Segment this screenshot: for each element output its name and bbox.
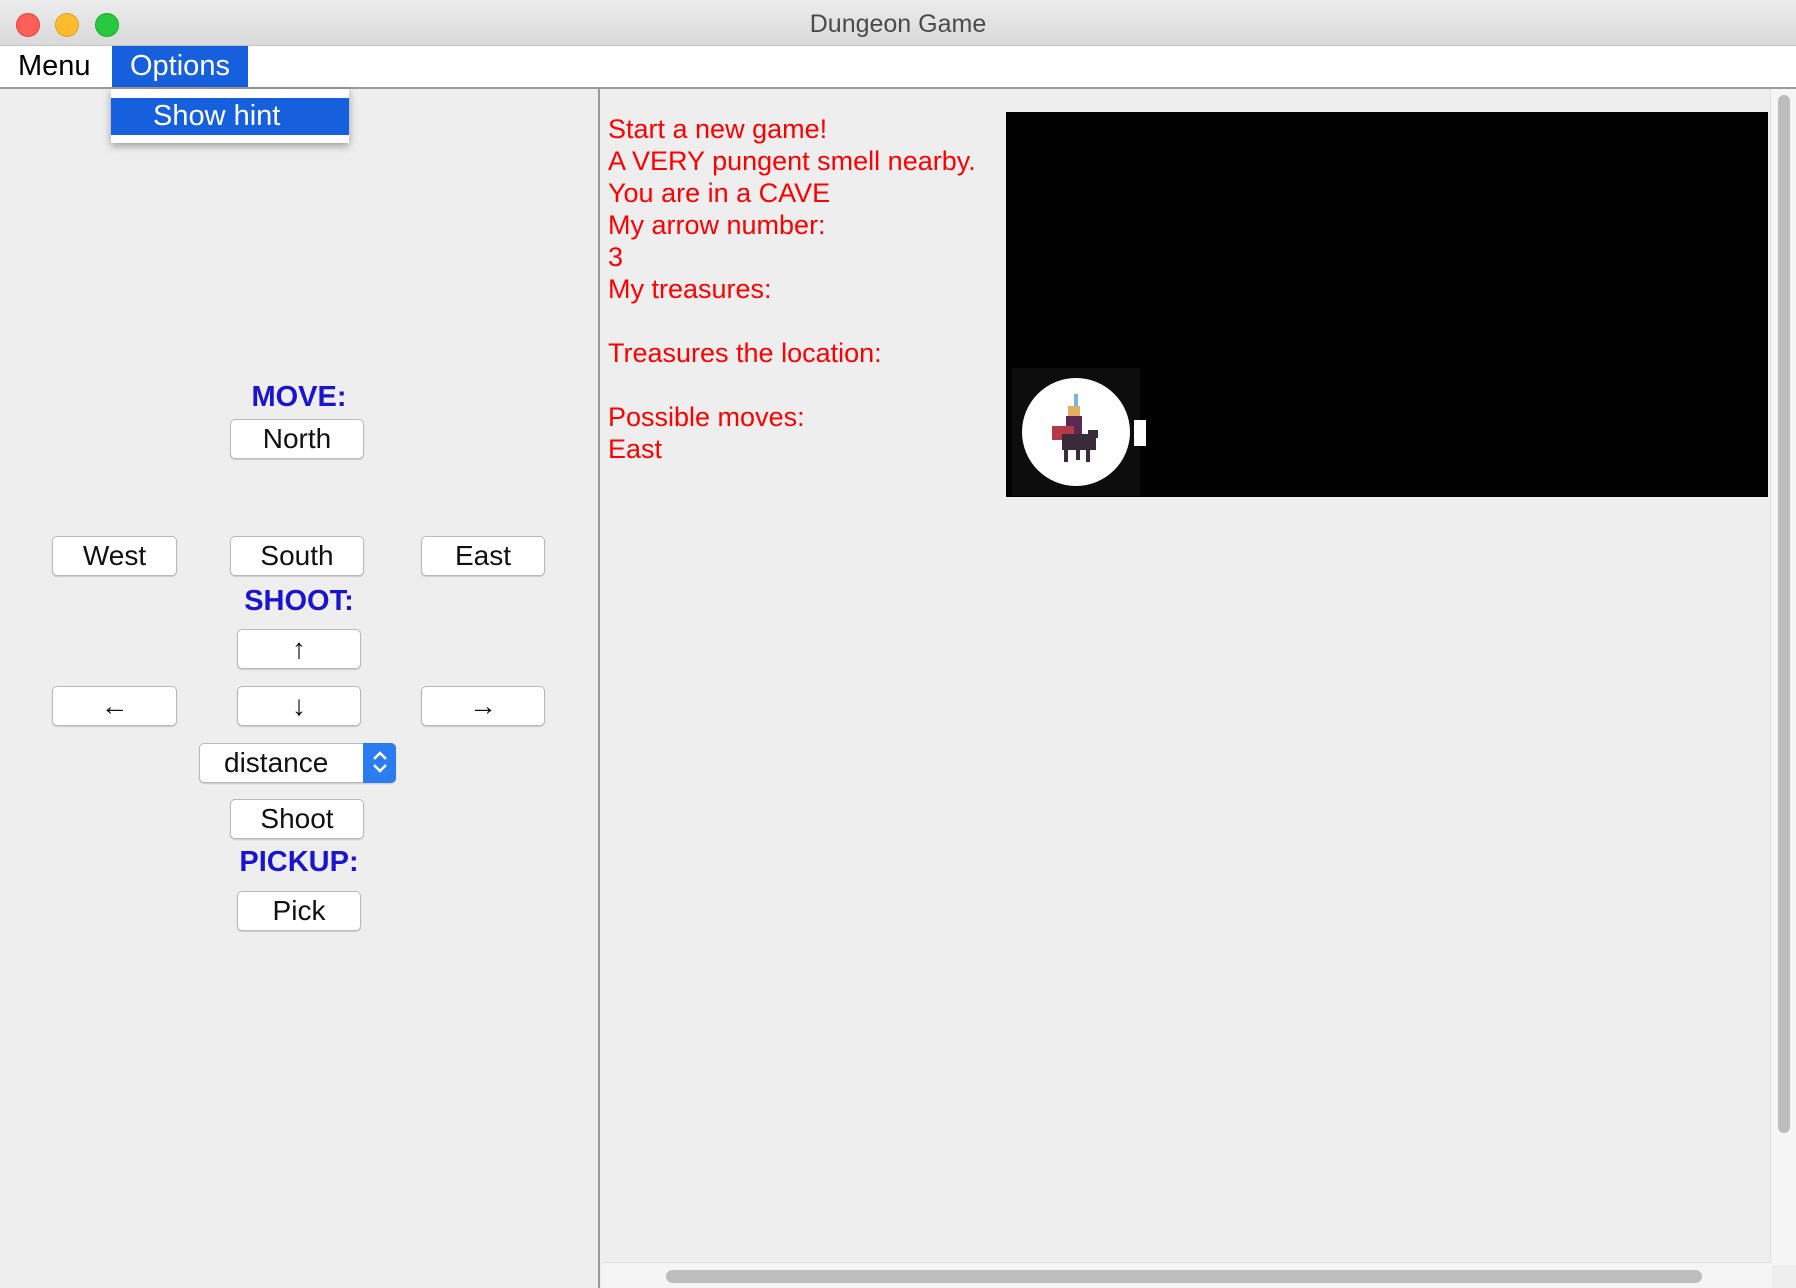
east-passage	[1134, 420, 1146, 446]
game-view: Start a new game! A VERY pungent smell n…	[602, 89, 1796, 1288]
menu-bar: Menu Options	[0, 46, 1796, 89]
shoot-left-button[interactable]: ←	[52, 686, 177, 726]
west-button[interactable]: West	[52, 536, 177, 576]
current-cave-cell	[1012, 368, 1146, 496]
status-line: East	[608, 434, 663, 464]
show-hint-menu-item[interactable]: Show hint	[111, 98, 349, 135]
status-line: Treasures the location:	[608, 338, 882, 368]
window-title: Dungeon Game	[809, 10, 987, 38]
move-label: MOVE:	[251, 381, 347, 413]
shoot-up-button[interactable]: ↑	[237, 629, 361, 669]
shoot-button[interactable]: Shoot	[230, 799, 364, 839]
vertical-scrollbar[interactable]	[1770, 89, 1796, 1265]
player-knight-icon	[1052, 394, 1098, 462]
vertical-scroll-thumb[interactable]	[1778, 95, 1790, 1133]
status-line: My treasures:	[608, 274, 772, 304]
menu-options[interactable]: Options	[112, 46, 248, 87]
north-button[interactable]: North	[230, 419, 364, 459]
menu-menu[interactable]: Menu	[0, 46, 109, 87]
title-bar: Dungeon Game	[0, 0, 1796, 46]
shoot-down-button[interactable]: ↓	[237, 686, 361, 726]
options-dropdown: Show hint	[111, 89, 349, 143]
pick-button[interactable]: Pick	[237, 891, 361, 931]
control-panel: MOVE: North West South East SHOOT: ↑ ← ↓…	[0, 89, 600, 1288]
select-arrows-icon	[363, 743, 396, 783]
status-line: A VERY pungent smell nearby.	[608, 146, 976, 176]
status-line: You are in a CAVE	[608, 178, 831, 208]
shoot-label: SHOOT:	[244, 585, 354, 617]
horizontal-scroll-thumb[interactable]	[666, 1270, 1702, 1283]
distance-select[interactable]: distance	[199, 743, 396, 783]
horizontal-scrollbar[interactable]	[602, 1262, 1772, 1288]
south-button[interactable]: South	[230, 536, 364, 576]
status-line: 3	[608, 242, 624, 272]
player-marker	[1022, 378, 1130, 486]
status-line: Possible moves:	[608, 402, 805, 432]
dungeon-map	[1006, 112, 1768, 497]
distance-select-value: distance	[224, 747, 329, 778]
app-window: Dungeon Game Menu Options Show hint MOVE…	[0, 0, 1796, 1288]
pickup-label: PICKUP:	[239, 846, 359, 878]
status-line: My arrow number:	[608, 210, 826, 240]
status-line: Start a new game!	[608, 114, 828, 144]
shoot-right-button[interactable]: →	[421, 686, 545, 726]
east-button[interactable]: East	[421, 536, 545, 576]
